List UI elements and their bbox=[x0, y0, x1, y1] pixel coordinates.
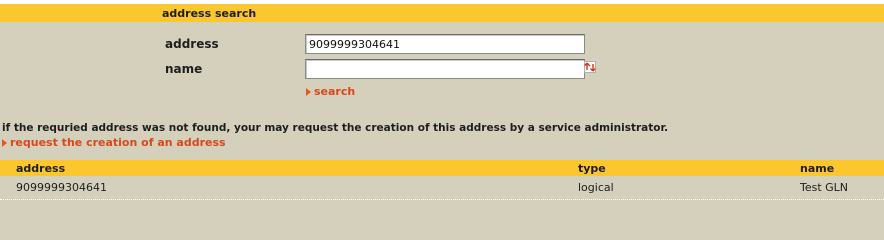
section-title: address search bbox=[162, 7, 257, 20]
results-table-header: address type name bbox=[0, 160, 884, 176]
address-label: address bbox=[165, 37, 219, 51]
column-header-type: type bbox=[578, 162, 606, 175]
row-divider bbox=[0, 199, 884, 200]
name-input[interactable] bbox=[305, 59, 585, 79]
arrow-right-icon bbox=[2, 139, 7, 147]
table-row[interactable]: 9099999304641 logical Test GLN bbox=[0, 178, 884, 196]
search-link[interactable]: search bbox=[306, 85, 355, 98]
section-header: address search bbox=[0, 4, 884, 22]
cell-name: Test GLN bbox=[800, 181, 849, 194]
name-label: name bbox=[165, 62, 203, 76]
request-creation-link[interactable]: request the creation of an address bbox=[2, 136, 226, 149]
cell-type: logical bbox=[578, 181, 614, 194]
lookup-icon[interactable] bbox=[584, 61, 596, 73]
info-message: if the requried address was not found, y… bbox=[2, 122, 669, 134]
arrow-right-icon bbox=[306, 88, 311, 96]
address-input[interactable] bbox=[305, 34, 585, 54]
request-creation-link-label: request the creation of an address bbox=[10, 136, 226, 149]
column-header-address: address bbox=[16, 162, 66, 175]
cell-address: 9099999304641 bbox=[16, 181, 107, 194]
column-header-name: name bbox=[800, 162, 835, 175]
search-link-label: search bbox=[314, 85, 356, 98]
